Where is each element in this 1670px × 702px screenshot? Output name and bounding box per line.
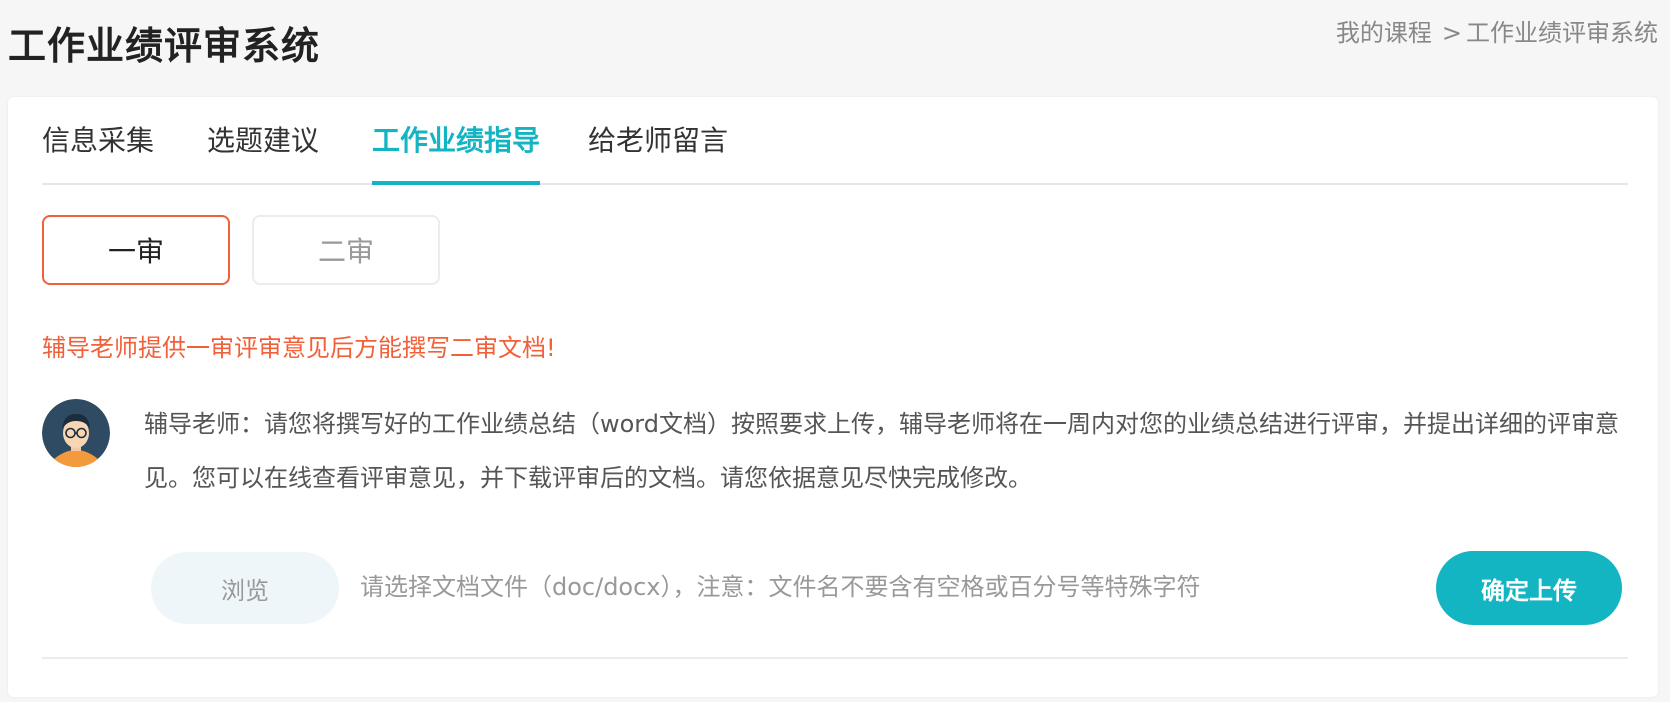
review-warning-text: 辅导老师提供一审评审意见后方能撰写二审文档!	[42, 334, 556, 362]
file-hint-text: 请选择文档文件（doc/docx），注意：文件名不要含有空格或百分号等特殊字符	[360, 573, 1201, 601]
second-review-button[interactable]: 二审	[252, 215, 440, 285]
breadcrumb: 我的课程 > 工作业绩评审系统	[1336, 16, 1658, 50]
tab-topic-suggestion[interactable]: 选题建议	[207, 121, 319, 183]
tab-message-teacher[interactable]: 给老师留言	[588, 121, 728, 183]
page-title: 工作业绩评审系统	[8, 24, 321, 68]
breadcrumb-separator: >	[1441, 19, 1462, 47]
breadcrumb-current: 工作业绩评审系统	[1466, 19, 1658, 47]
bottom-divider	[42, 657, 1628, 659]
first-review-button[interactable]: 一审	[42, 215, 230, 285]
instruction-text: 辅导老师：请您将撰写好的工作业绩总结（word文档）按照要求上传，辅导老师将在一…	[144, 410, 1619, 492]
confirm-upload-button[interactable]: 确定上传	[1436, 551, 1622, 625]
tab-performance-guidance[interactable]: 工作业绩指导	[372, 121, 541, 185]
browse-button[interactable]: 浏览	[151, 552, 339, 624]
tab-info-collection[interactable]: 信息采集	[42, 121, 154, 183]
tab-bar: 信息采集 选题建议 工作业绩指导 给老师留言	[42, 97, 1628, 185]
teacher-avatar-icon	[42, 399, 110, 467]
breadcrumb-home-link[interactable]: 我的课程	[1336, 19, 1432, 47]
main-card: 信息采集 选题建议 工作业绩指导 给老师留言 一审 二审 辅导老师提供一审评审意…	[8, 97, 1658, 697]
